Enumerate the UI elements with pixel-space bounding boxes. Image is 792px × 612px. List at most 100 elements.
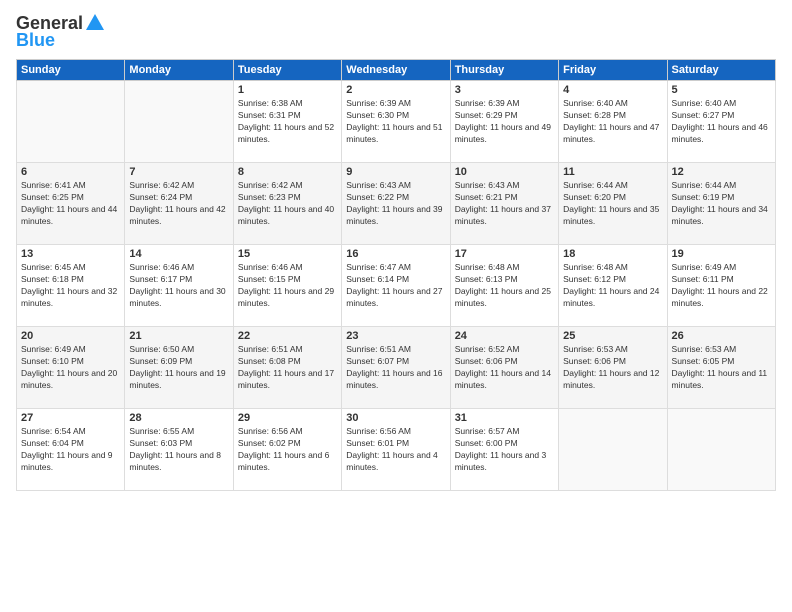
day-number: 20 [21, 330, 120, 342]
col-friday: Friday [559, 60, 667, 81]
cell-details: Sunrise: 6:48 AM Sunset: 6:12 PM Dayligh… [563, 262, 662, 310]
calendar-cell-4-0: 27Sunrise: 6:54 AM Sunset: 6:04 PM Dayli… [17, 409, 125, 491]
cell-details: Sunrise: 6:56 AM Sunset: 6:01 PM Dayligh… [346, 426, 445, 474]
calendar-cell-2-2: 15 Sunrise: 6:46 AM Sunset: 6:15 PM Dayli… [233, 245, 341, 327]
day-number: 22 [238, 330, 337, 342]
day-number: 15 [238, 248, 337, 260]
cell-details: Sunrise: 6:40 AM Sunset: 6:27 PM Dayligh… [672, 98, 771, 146]
col-saturday: Saturday [667, 60, 775, 81]
cell-details: Sunrise: 6:50 AM Sunset: 6:09 PM Dayligh… [129, 344, 228, 392]
day-number: 26 [672, 330, 771, 342]
day-number: 30 [346, 412, 445, 424]
week-row-0: 1Sunrise: 6:38 AM Sunset: 6:31 PM Daylig… [17, 81, 776, 163]
day-number: 10 [455, 166, 554, 178]
cell-details: Sunrise: 6:42 AM Sunset: 6:23 PM Dayligh… [238, 180, 337, 228]
weekday-header-row: Sunday Monday Tuesday Wednesday Thursday… [17, 60, 776, 81]
calendar-cell-4-2: 29Sunrise: 6:56 AM Sunset: 6:02 PM Dayli… [233, 409, 341, 491]
logo-icon [84, 12, 106, 34]
calendar-cell-4-4: 31 Sunrise: 6:57 AM Sunset: 6:00 PM Dayli… [450, 409, 558, 491]
calendar-cell-1-1: 7 Sunrise: 6:42 AM Sunset: 6:24 PM Daylig… [125, 163, 233, 245]
cell-details: Sunrise: 6:51 AM Sunset: 6:08 PM Dayligh… [238, 344, 337, 392]
cell-details: Sunrise: 6:47 AM Sunset: 6:14 PM Dayligh… [346, 262, 445, 310]
calendar-cell-4-6 [667, 409, 775, 491]
day-number: 2 [346, 84, 445, 96]
day-number: 31 [455, 412, 554, 424]
cell-details: Sunrise: 6:39 AM Sunset: 6:30 PM Dayligh… [346, 98, 445, 146]
calendar-cell-4-3: 30 Sunrise: 6:56 AM Sunset: 6:01 PM Dayli… [342, 409, 450, 491]
calendar-cell-2-5: 18 Sunrise: 6:48 AM Sunset: 6:12 PM Dayli… [559, 245, 667, 327]
day-number: 25 [563, 330, 662, 342]
cell-details: Sunrise: 6:43 AM Sunset: 6:21 PM Dayligh… [455, 180, 554, 228]
page: General Blue Sunday Monday Tuesday Wedne… [0, 0, 792, 612]
col-thursday: Thursday [450, 60, 558, 81]
cell-details: Sunrise: 6:55 AM Sunset: 6:03 PM Dayligh… [129, 426, 228, 474]
day-number: 18 [563, 248, 662, 260]
calendar-cell-1-4: 10 Sunrise: 6:43 AM Sunset: 6:21 PM Dayli… [450, 163, 558, 245]
calendar-cell-1-0: 6 Sunrise: 6:41 AM Sunset: 6:25 PM Daylig… [17, 163, 125, 245]
calendar-cell-3-1: 21Sunrise: 6:50 AM Sunset: 6:09 PM Dayli… [125, 327, 233, 409]
cell-details: Sunrise: 6:41 AM Sunset: 6:25 PM Dayligh… [21, 180, 120, 228]
cell-details: Sunrise: 6:52 AM Sunset: 6:06 PM Dayligh… [455, 344, 554, 392]
cell-details: Sunrise: 6:57 AM Sunset: 6:00 PM Dayligh… [455, 426, 554, 474]
calendar-cell-2-1: 14Sunrise: 6:46 AM Sunset: 6:17 PM Dayli… [125, 245, 233, 327]
calendar-cell-2-3: 16 Sunrise: 6:47 AM Sunset: 6:14 PM Dayli… [342, 245, 450, 327]
day-number: 14 [129, 248, 228, 260]
calendar-cell-3-2: 22 Sunrise: 6:51 AM Sunset: 6:08 PM Dayli… [233, 327, 341, 409]
calendar-cell-0-3: 2 Sunrise: 6:39 AM Sunset: 6:30 PM Daylig… [342, 81, 450, 163]
cell-details: Sunrise: 6:42 AM Sunset: 6:24 PM Dayligh… [129, 180, 228, 228]
calendar-cell-1-3: 9 Sunrise: 6:43 AM Sunset: 6:22 PM Daylig… [342, 163, 450, 245]
calendar-cell-3-3: 23Sunrise: 6:51 AM Sunset: 6:07 PM Dayli… [342, 327, 450, 409]
cell-details: Sunrise: 6:44 AM Sunset: 6:20 PM Dayligh… [563, 180, 662, 228]
day-number: 7 [129, 166, 228, 178]
calendar-cell-2-6: 19 Sunrise: 6:49 AM Sunset: 6:11 PM Dayli… [667, 245, 775, 327]
day-number: 12 [672, 166, 771, 178]
col-sunday: Sunday [17, 60, 125, 81]
week-row-3: 20 Sunrise: 6:49 AM Sunset: 6:10 PM Dayli… [17, 327, 776, 409]
cell-details: Sunrise: 6:44 AM Sunset: 6:19 PM Dayligh… [672, 180, 771, 228]
calendar-table: Sunday Monday Tuesday Wednesday Thursday… [16, 59, 776, 491]
cell-details: Sunrise: 6:54 AM Sunset: 6:04 PM Dayligh… [21, 426, 120, 474]
day-number: 8 [238, 166, 337, 178]
week-row-4: 27Sunrise: 6:54 AM Sunset: 6:04 PM Dayli… [17, 409, 776, 491]
header: General Blue [16, 12, 776, 51]
cell-details: Sunrise: 6:39 AM Sunset: 6:29 PM Dayligh… [455, 98, 554, 146]
day-number: 17 [455, 248, 554, 260]
cell-details: Sunrise: 6:53 AM Sunset: 6:05 PM Dayligh… [672, 344, 771, 392]
calendar-cell-0-0 [17, 81, 125, 163]
col-tuesday: Tuesday [233, 60, 341, 81]
day-number: 11 [563, 166, 662, 178]
day-number: 19 [672, 248, 771, 260]
calendar-cell-0-2: 1Sunrise: 6:38 AM Sunset: 6:31 PM Daylig… [233, 81, 341, 163]
calendar-cell-1-6: 12 Sunrise: 6:44 AM Sunset: 6:19 PM Dayli… [667, 163, 775, 245]
day-number: 5 [672, 84, 771, 96]
calendar-cell-3-4: 24Sunrise: 6:52 AM Sunset: 6:06 PM Dayli… [450, 327, 558, 409]
calendar-cell-4-1: 28Sunrise: 6:55 AM Sunset: 6:03 PM Dayli… [125, 409, 233, 491]
calendar-cell-2-4: 17 Sunrise: 6:48 AM Sunset: 6:13 PM Dayli… [450, 245, 558, 327]
calendar-cell-4-5 [559, 409, 667, 491]
col-wednesday: Wednesday [342, 60, 450, 81]
day-number: 9 [346, 166, 445, 178]
day-number: 16 [346, 248, 445, 260]
calendar-cell-0-5: 4Sunrise: 6:40 AM Sunset: 6:28 PM Daylig… [559, 81, 667, 163]
calendar-cell-3-5: 25 Sunrise: 6:53 AM Sunset: 6:06 PM Dayli… [559, 327, 667, 409]
calendar-cell-2-0: 13Sunrise: 6:45 AM Sunset: 6:18 PM Dayli… [17, 245, 125, 327]
day-number: 3 [455, 84, 554, 96]
cell-details: Sunrise: 6:43 AM Sunset: 6:22 PM Dayligh… [346, 180, 445, 228]
calendar-cell-0-1 [125, 81, 233, 163]
cell-details: Sunrise: 6:46 AM Sunset: 6:15 PM Dayligh… [238, 262, 337, 310]
cell-details: Sunrise: 6:49 AM Sunset: 6:11 PM Dayligh… [672, 262, 771, 310]
week-row-2: 13Sunrise: 6:45 AM Sunset: 6:18 PM Dayli… [17, 245, 776, 327]
day-number: 13 [21, 248, 120, 260]
day-number: 4 [563, 84, 662, 96]
week-row-1: 6 Sunrise: 6:41 AM Sunset: 6:25 PM Daylig… [17, 163, 776, 245]
cell-details: Sunrise: 6:48 AM Sunset: 6:13 PM Dayligh… [455, 262, 554, 310]
day-number: 1 [238, 84, 337, 96]
logo: General Blue [16, 12, 107, 51]
calendar-cell-3-6: 26 Sunrise: 6:53 AM Sunset: 6:05 PM Dayli… [667, 327, 775, 409]
logo-text-blue: Blue [16, 30, 55, 51]
cell-details: Sunrise: 6:49 AM Sunset: 6:10 PM Dayligh… [21, 344, 120, 392]
calendar-cell-1-2: 8 Sunrise: 6:42 AM Sunset: 6:23 PM Daylig… [233, 163, 341, 245]
day-number: 6 [21, 166, 120, 178]
cell-details: Sunrise: 6:53 AM Sunset: 6:06 PM Dayligh… [563, 344, 662, 392]
cell-details: Sunrise: 6:51 AM Sunset: 6:07 PM Dayligh… [346, 344, 445, 392]
